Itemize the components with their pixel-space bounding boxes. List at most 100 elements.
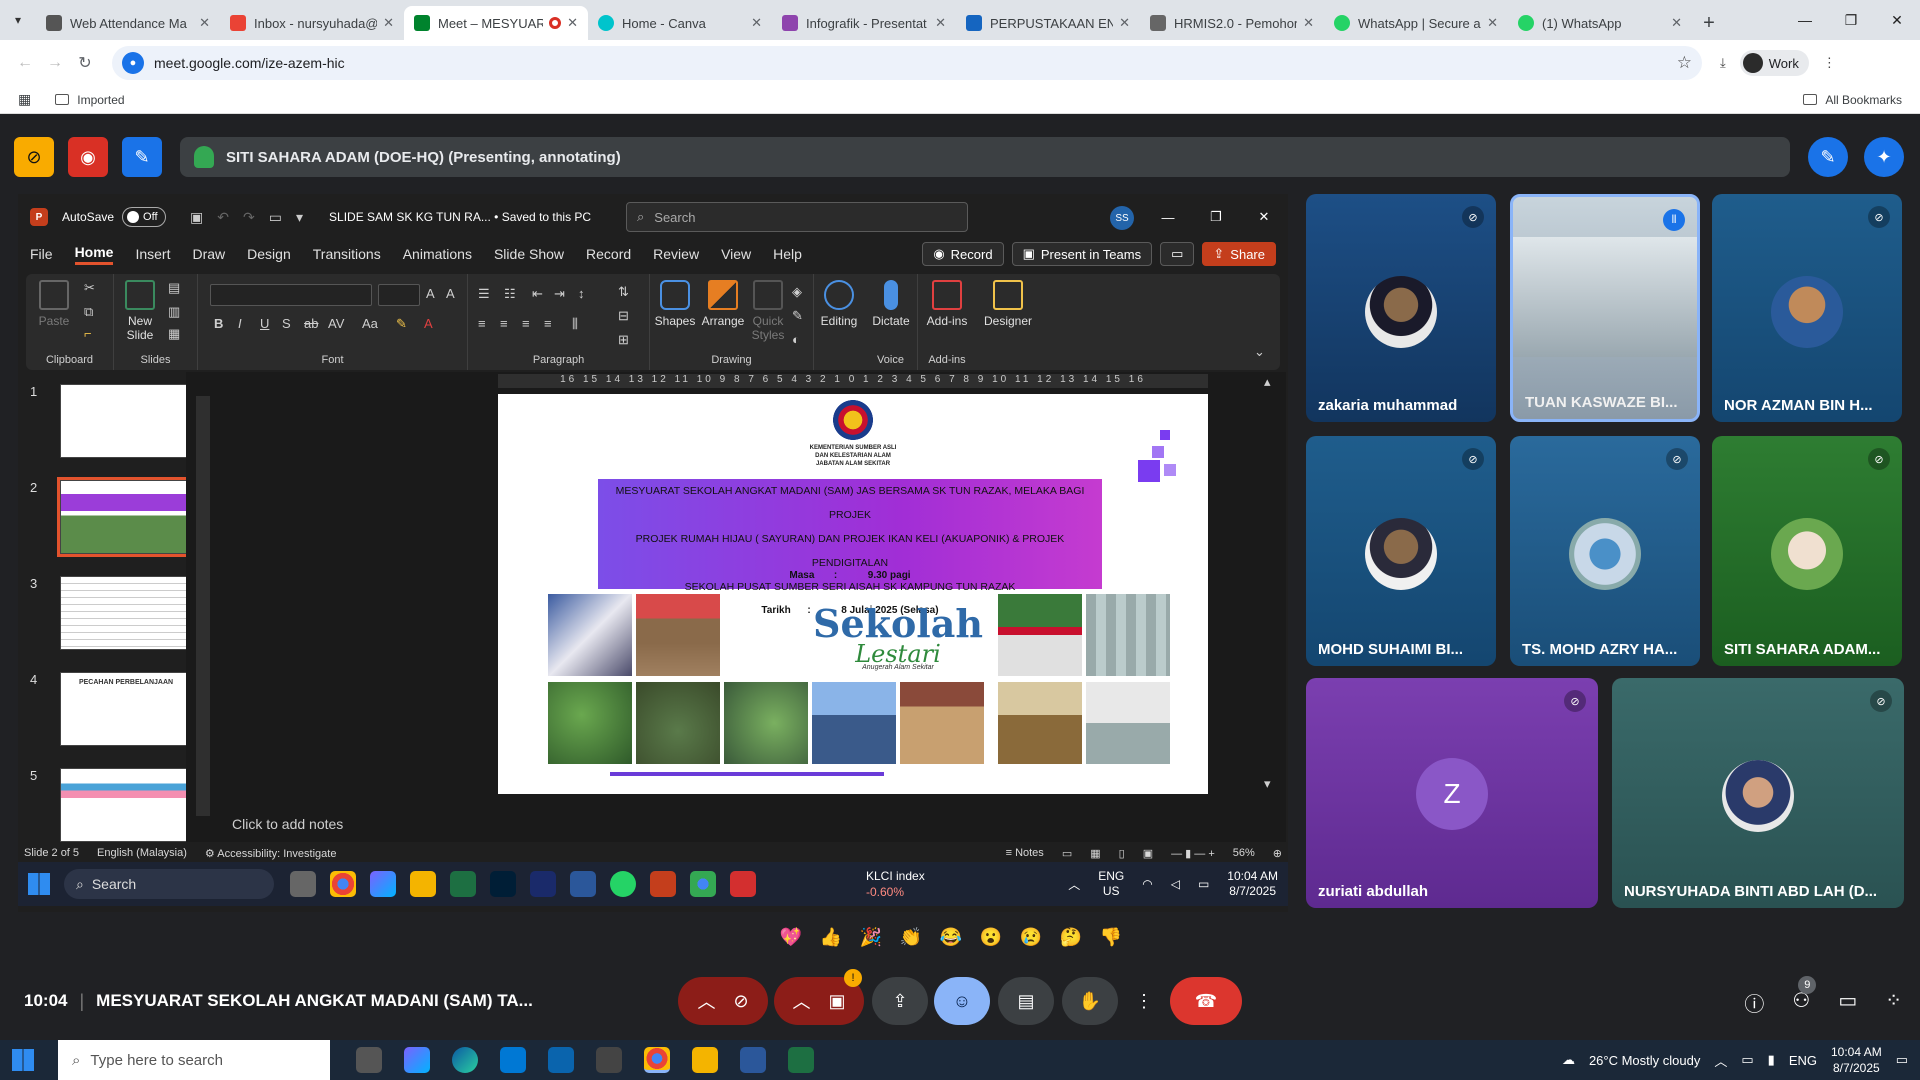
shadow-icon[interactable]: S	[282, 316, 291, 331]
copy-icon[interactable]: ⧉	[84, 304, 93, 320]
autosave-toggle[interactable]: Off	[122, 207, 167, 227]
volume-mute-icon[interactable]: ◁	[1171, 877, 1180, 891]
ribbon-expand-icon[interactable]: ⌄	[1254, 344, 1265, 360]
new-tab-button[interactable]: +	[1692, 6, 1726, 40]
section-icon[interactable]: ▦	[168, 326, 180, 342]
language-status[interactable]: English (Malaysia)	[97, 847, 187, 859]
arrange-button[interactable]: Arrange	[698, 280, 748, 328]
powerpoint-icon[interactable]	[650, 871, 676, 897]
current-slide[interactable]: KEMENTERIAN SUMBER ASLI DAN KELESTARIAN …	[498, 394, 1208, 794]
new-slide-button[interactable]: New Slide	[118, 280, 162, 342]
back-arrow-icon[interactable]: ←	[10, 54, 40, 72]
present-screen-button[interactable]: ⇪	[872, 977, 928, 1025]
bold-icon[interactable]: B	[214, 316, 223, 331]
close-tab-icon[interactable]: ✕	[383, 15, 394, 31]
surprised-reaction-icon[interactable]: 😮	[978, 924, 1004, 950]
zoom-level[interactable]: 56%	[1233, 847, 1255, 859]
strike-icon[interactable]: ab	[304, 316, 318, 331]
more-options-button[interactable]: ⋮	[1126, 977, 1162, 1025]
outlook-icon[interactable]	[548, 1047, 574, 1073]
notes-extension-icon[interactable]: ✎	[122, 137, 162, 177]
url-bar[interactable]: ● meet.google.com/ize-azem-hic ☆	[112, 46, 1702, 80]
notes-button[interactable]: ≡ Notes	[1006, 847, 1044, 859]
comments-icon[interactable]: ▭	[1160, 242, 1195, 266]
user-avatar[interactable]: SS	[1110, 206, 1134, 230]
normal-view-icon[interactable]: ▭	[1062, 847, 1072, 860]
menu-slide-show[interactable]: Slide Show	[494, 246, 564, 262]
share-button[interactable]: ⇪ Share	[1202, 242, 1276, 266]
shared-search-box[interactable]: ⌕ Search	[64, 869, 274, 899]
bookmark-star-icon[interactable]: ☆	[1677, 53, 1692, 73]
acrobat-icon[interactable]	[730, 871, 756, 897]
accessibility-status[interactable]: ⚙ Accessibility: Investigate	[205, 847, 337, 860]
participant-tile-speaking[interactable]: ⦀ TUAN KASWAZE BI...	[1510, 194, 1700, 422]
restore-icon[interactable]: ❐	[1192, 194, 1240, 240]
party-reaction-icon[interactable]: 🎉	[858, 924, 884, 950]
save-icon[interactable]: ▣	[190, 209, 203, 226]
menu-record[interactable]: Record	[586, 246, 631, 262]
chevron-up-icon[interactable]: ︿	[697, 988, 715, 1014]
shared-clock[interactable]: 10:04 AM 8/7/2025	[1227, 869, 1278, 899]
browser-tab[interactable]: (1) WhatsApp ✕	[1508, 6, 1692, 40]
scroll-up-icon[interactable]: ▴	[1264, 374, 1271, 390]
present-icon[interactable]: ▭	[269, 209, 282, 226]
thumbs-down-reaction-icon[interactable]: 👎	[1098, 924, 1124, 950]
customize-qat-icon[interactable]: ▾	[296, 209, 303, 226]
dictate-button[interactable]: Dictate	[868, 280, 914, 328]
font-size-select[interactable]	[378, 284, 420, 306]
chrome-icon[interactable]	[644, 1047, 670, 1073]
restore-icon[interactable]: ❐	[1828, 0, 1874, 40]
menu-review[interactable]: Review	[653, 246, 699, 262]
align-text-icon[interactable]: ⊟	[618, 308, 629, 324]
fit-slide-icon[interactable]: ⊕	[1273, 847, 1282, 860]
clap-reaction-icon[interactable]: 👏	[898, 924, 924, 950]
zoom-slider[interactable]: — ▮ — +	[1171, 847, 1215, 860]
wifi-icon[interactable]: ◠	[1142, 877, 1152, 891]
all-bookmarks[interactable]: All Bookmarks	[1825, 93, 1902, 107]
format-painter-icon[interactable]: ⌐	[84, 326, 92, 341]
menu-view[interactable]: View	[721, 246, 751, 262]
decrease-indent-icon[interactable]: ⇤	[532, 286, 543, 302]
photoshop-icon[interactable]	[490, 871, 516, 897]
close-window-icon[interactable]: ✕	[1874, 0, 1920, 40]
participant-tile[interactable]: ⊘ zakaria muhammad	[1306, 194, 1496, 422]
meeting-info-icon[interactable]: ⓘ	[1744, 988, 1764, 1017]
close-tab-icon[interactable]: ✕	[1303, 15, 1314, 31]
undo-icon[interactable]: ↶	[217, 209, 229, 226]
browser-tab[interactable]: Infografik - Presentat ✕	[772, 6, 956, 40]
participant-tile[interactable]: Z ⊘ zuriati abdullah	[1306, 678, 1598, 908]
close-tab-icon[interactable]: ✕	[935, 15, 946, 31]
spacing-icon[interactable]: AV	[328, 316, 344, 331]
font-family-select[interactable]	[210, 284, 372, 306]
captions-button[interactable]: ▤	[998, 977, 1054, 1025]
taskbar-search[interactable]: ⌕ Type here to search	[58, 1040, 330, 1080]
menu-draw[interactable]: Draw	[192, 246, 225, 262]
chrome-profile-icon[interactable]	[690, 871, 716, 897]
taskbar-clock[interactable]: 10:04 AM 8/7/2025	[1831, 1044, 1882, 1076]
minimize-icon[interactable]: —	[1782, 0, 1828, 40]
ppt-search-box[interactable]: ⌕ Search	[626, 202, 968, 232]
network-icon[interactable]: ▭	[1741, 1052, 1753, 1068]
language-indicator[interactable]: ENG	[1789, 1053, 1817, 1068]
menu-animations[interactable]: Animations	[403, 246, 472, 262]
participant-tile[interactable]: ⊘ MOHD SUHAIMI BI...	[1306, 436, 1496, 666]
participant-tile[interactable]: ⊘ SITI SAHARA ADAM...	[1712, 436, 1902, 666]
task-view-icon[interactable]	[356, 1047, 382, 1073]
thumbs-up-reaction-icon[interactable]: 👍	[818, 924, 844, 950]
smartart-icon[interactable]: ⊞	[618, 332, 629, 348]
excel-icon[interactable]	[788, 1047, 814, 1073]
redo-icon[interactable]: ↷	[243, 209, 255, 226]
columns-icon[interactable]: ⫼	[572, 316, 578, 332]
windows-logo-icon[interactable]	[28, 873, 50, 895]
menu-transitions[interactable]: Transitions	[313, 246, 381, 262]
weather-icon[interactable]: ☁	[1562, 1052, 1575, 1068]
file-explorer-icon[interactable]	[692, 1047, 718, 1073]
close-window-icon[interactable]: ✕	[1240, 194, 1288, 240]
camera-off-icon[interactable]: ▣	[828, 991, 845, 1012]
copilot-icon[interactable]	[370, 871, 396, 897]
reactions-button[interactable]: ☺	[934, 977, 990, 1025]
paste-button[interactable]: Paste	[32, 280, 76, 328]
browser-tab[interactable]: Home - Canva ✕	[588, 6, 772, 40]
copilot-icon[interactable]	[404, 1047, 430, 1073]
close-tab-icon[interactable]: ✕	[1487, 15, 1498, 31]
